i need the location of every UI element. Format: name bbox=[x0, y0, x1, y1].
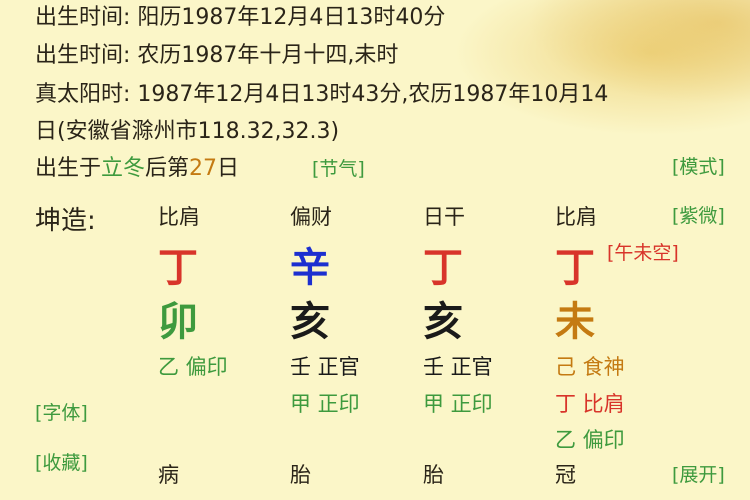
pillar-2-branch: 亥 bbox=[290, 299, 330, 345]
pillar-4-branch: 未 bbox=[555, 299, 595, 345]
pillar-2-stem: 辛 bbox=[290, 245, 330, 291]
solar-birth-time: 出生时间: 阳历1987年12月4日13时40分 bbox=[35, 5, 446, 30]
chart-label: 坤造: bbox=[35, 206, 96, 236]
pillar-2-stage: 胎 bbox=[290, 463, 311, 487]
pillar-4-hidden-1: 己 食神 bbox=[555, 355, 625, 379]
pillar-3-hidden-2: 甲 正印 bbox=[423, 392, 493, 416]
pillar-1-branch: 卯 bbox=[158, 299, 198, 345]
jieqi-button[interactable]: [节气] bbox=[312, 160, 365, 179]
mode-button[interactable]: [模式] bbox=[672, 158, 725, 177]
expand-button[interactable]: [展开] bbox=[672, 466, 725, 485]
pillar-4-hidden-3: 乙 偏印 bbox=[555, 428, 625, 452]
pillar-1-stem: 丁 bbox=[158, 245, 198, 291]
kong-marker: [午未空] bbox=[607, 242, 679, 264]
pillar-1-header: 比肩 bbox=[158, 205, 200, 229]
pillar-2-hidden-2: 甲 正印 bbox=[290, 392, 360, 416]
true-solar-time-location: 日(安徽省滁州市118.32,32.3) bbox=[35, 119, 340, 144]
born-prefix: 出生于 bbox=[35, 156, 102, 181]
pillar-3-header: 日干 bbox=[423, 205, 465, 229]
pillar-2-hidden-1: 壬 正官 bbox=[290, 355, 360, 379]
pillar-4-hidden-2: 丁 比肩 bbox=[555, 392, 625, 416]
pillar-4-header: 比肩 bbox=[555, 205, 597, 229]
pillar-4-stage: 冠 bbox=[555, 463, 576, 487]
solar-term-name: 立冬 bbox=[101, 156, 146, 181]
phoenix-decoration bbox=[420, 0, 750, 150]
pillar-2-header: 偏财 bbox=[290, 205, 332, 229]
pillar-4-stem: 丁 bbox=[555, 245, 595, 291]
days-count: 27 bbox=[189, 156, 218, 181]
font-button[interactable]: [字体] bbox=[35, 404, 88, 423]
pillar-1-hidden-1: 乙 偏印 bbox=[158, 355, 228, 379]
pillar-3-stage: 胎 bbox=[423, 463, 444, 487]
born-suffix: 日 bbox=[217, 156, 240, 181]
solar-term-line: 出生于立冬后第27日 bbox=[35, 158, 239, 180]
pillar-1-stage: 病 bbox=[158, 463, 179, 487]
born-mid: 后第 bbox=[145, 156, 190, 181]
lunar-birth-time: 出生时间: 农历1987年十月十四,未时 bbox=[35, 43, 399, 68]
pillar-3-stem: 丁 bbox=[423, 245, 463, 291]
ziwei-button[interactable]: [紫微] bbox=[672, 207, 725, 226]
pillar-3-branch: 亥 bbox=[423, 299, 463, 345]
favorite-button[interactable]: [收藏] bbox=[35, 454, 88, 473]
true-solar-time: 真太阳时: 1987年12月4日13时43分,农历1987年10月14 bbox=[35, 82, 609, 107]
pillar-3-hidden-1: 壬 正官 bbox=[423, 355, 493, 379]
